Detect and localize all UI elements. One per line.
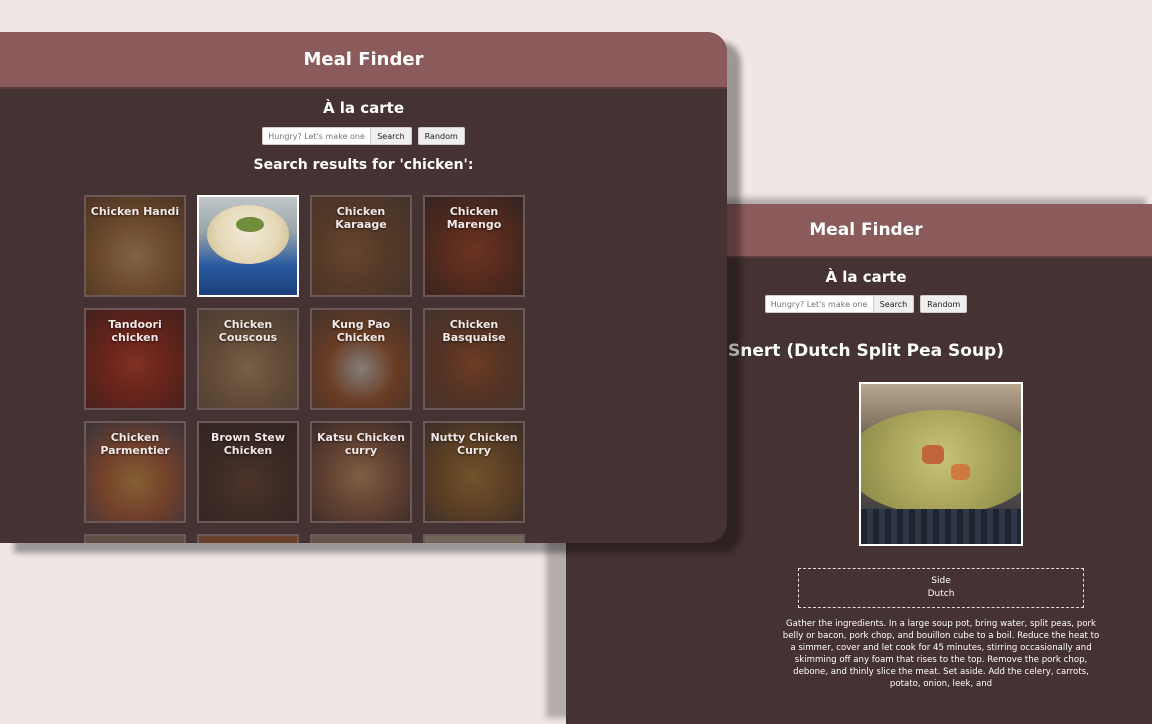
app-title: Meal Finder [809,220,923,240]
random-button[interactable]: Random [417,127,465,145]
meal-image [859,382,1023,546]
meal-card[interactable]: Nutty Chicken Curry [423,421,525,523]
search-button[interactable]: Search [872,295,915,313]
meal-name: Katsu Chicken curry [317,431,405,457]
results-heading: Search results for 'chicken': [253,157,474,173]
meal-card[interactable]: Katsu Chicken curry [310,421,412,523]
meal-card[interactable] [197,534,299,543]
meal-card[interactable] [423,534,525,543]
meal-results-grid: Chicken Handi Chicken Karaage Chicken Ma… [84,195,525,543]
meal-name: Chicken Couscous [218,318,278,344]
meal-name: Chicken Basquaise [442,318,506,344]
meal-card[interactable]: Chicken Basquaise [423,308,525,410]
search-button[interactable]: Search [370,127,412,145]
search-form: Search Random [0,127,727,145]
meal-name: Tandoori chicken [108,318,162,344]
meal-area: Dutch [927,589,955,599]
meal-card[interactable]: Chicken Couscous [197,308,299,410]
meal-name: Kung Pao Chicken [331,318,391,344]
meal-name: Chicken Marengo [446,205,502,231]
meal-card-hovered[interactable] [197,195,299,297]
meal-card[interactable]: Chicken Karaage [310,195,412,297]
search-input[interactable] [764,295,873,313]
meal-card[interactable]: Chicken Parmentier [84,421,186,523]
page-subtitle: À la carte [322,99,405,117]
random-button[interactable]: Random [920,295,968,313]
meal-name: Chicken Handi [90,205,180,218]
meal-card[interactable]: Brown Stew Chicken [197,421,299,523]
meal-name: Chicken Parmentier [100,431,170,457]
search-results-window: Meal Finder À la carte Search Random Sea… [0,32,727,543]
meal-instructions: Gather the ingredients. In a large soup … [782,619,1100,689]
meal-card[interactable]: Chicken Handi [84,195,186,297]
search-input[interactable] [262,127,371,145]
app-title: Meal Finder [303,49,424,70]
meal-name: Brown Stew Chicken [211,431,285,457]
meal-card[interactable]: Chicken Marengo [423,195,525,297]
meal-card[interactable]: Kung Pao Chicken [310,308,412,410]
meal-category: Side [931,576,951,586]
meal-card[interactable] [84,534,186,543]
app-header: Meal Finder [0,32,727,89]
meal-name: Chicken Karaage [335,205,387,231]
meal-card[interactable] [310,534,412,543]
meal-name: Nutty Chicken Curry [430,431,518,457]
meal-tags: Side Dutch [798,568,1084,608]
meal-card[interactable]: Tandoori chicken [84,308,186,410]
